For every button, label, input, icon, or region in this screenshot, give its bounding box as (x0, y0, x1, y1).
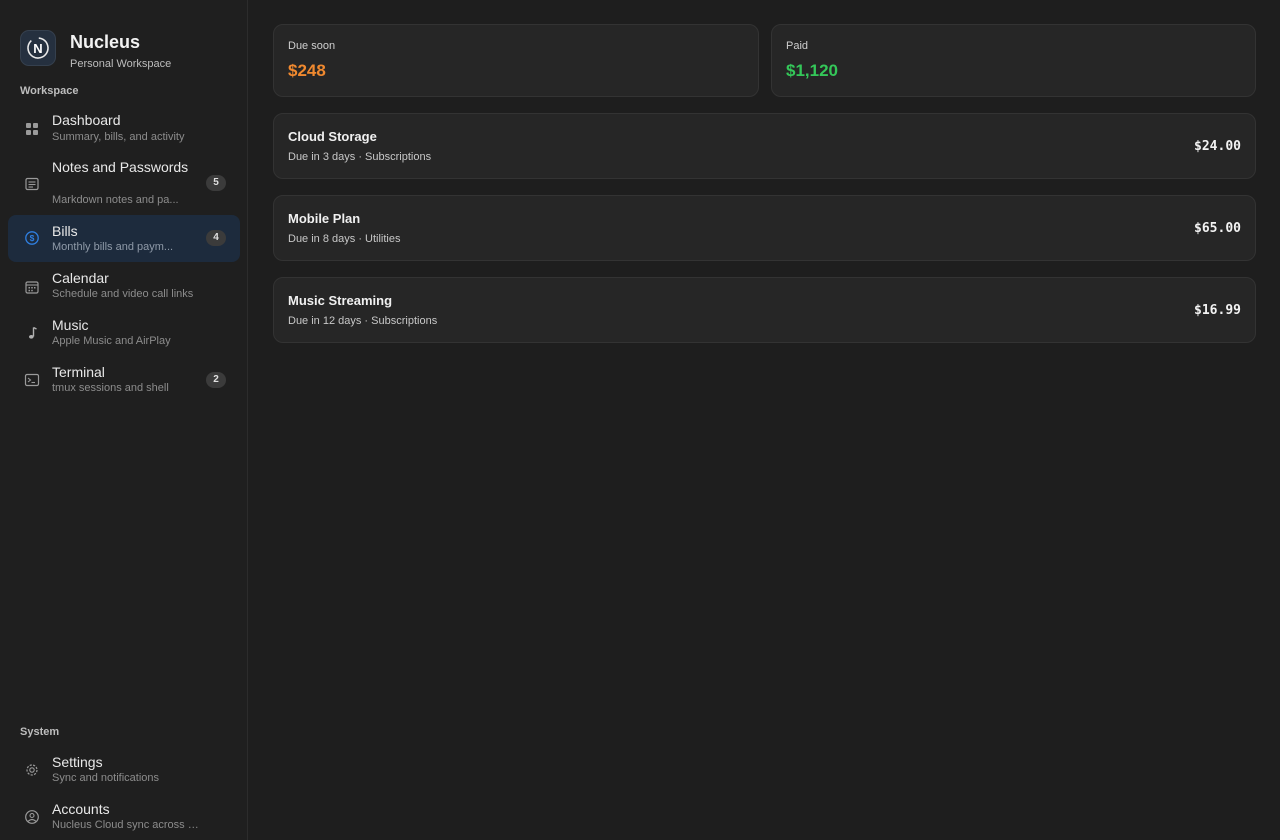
bill-meta: Due in 8 days · Utilities (288, 233, 401, 245)
paid-card: Paid $1,120 (771, 24, 1256, 97)
calendar-icon (24, 279, 40, 295)
bill-row-cloud-storage[interactable]: Cloud Storage Due in 3 days · Subscripti… (273, 113, 1256, 179)
note-icon (24, 176, 40, 192)
grid-icon (24, 121, 40, 137)
sidebar-item-title: Settings (52, 754, 103, 770)
sidebar: N Nucleus Personal Workspace Workspace D… (0, 0, 248, 840)
sidebar-item-title: Calendar (52, 270, 109, 286)
bill-name: Mobile Plan (288, 211, 361, 226)
section-label-system: System (20, 726, 60, 738)
sidebar-item-title: Bills (52, 223, 78, 239)
paid-value: $1,120 (786, 61, 838, 80)
sidebar-item-calendar[interactable]: Calendar Schedule and video call links (8, 266, 240, 308)
bill-meta: Due in 3 days · Subscriptions (288, 151, 432, 163)
sidebar-item-subtitle: Monthly bills and paym... (52, 241, 174, 253)
sidebar-item-terminal[interactable]: Terminal tmux sessions and shell 2 (8, 360, 240, 402)
sidebar-item-music[interactable]: Music Apple Music and AirPlay (8, 313, 240, 355)
bill-row-music-streaming[interactable]: Music Streaming Due in 12 days · Subscri… (273, 277, 1256, 343)
bill-meta: Due in 12 days · Subscriptions (288, 315, 438, 327)
app-brand: N Nucleus Personal Workspace (20, 30, 240, 74)
app-subtitle: Personal Workspace (70, 58, 172, 70)
due-soon-card: Due soon $248 (273, 24, 759, 97)
svg-text:$: $ (30, 233, 35, 243)
app-title: Nucleus (70, 32, 141, 52)
dollar-circle-icon: $ (24, 230, 40, 246)
count-badge: 4 (206, 230, 226, 246)
terminal-icon (24, 372, 40, 388)
bill-name: Music Streaming (288, 293, 393, 308)
gear-icon (24, 762, 40, 778)
sidebar-item-settings[interactable]: Settings Sync and notifications (8, 750, 240, 792)
sidebar-item-title: Music (52, 317, 89, 333)
sidebar-item-subtitle: Schedule and video call links (52, 288, 194, 300)
sidebar-item-title: Dashboard (52, 112, 121, 128)
sidebar-item-notes-and-passwords[interactable]: Notes and Passwords Markdown notes and p… (8, 155, 240, 211)
music-note-icon (24, 325, 40, 341)
bills-main-panel: Due soon $248 Paid $1,120 Cloud Storage … (249, 0, 1280, 840)
section-label-workspace: Workspace (20, 85, 79, 97)
sidebar-item-accounts[interactable]: Accounts Nucleus Cloud sync across d... (8, 797, 240, 839)
count-badge: 2 (206, 372, 226, 388)
sidebar-item-subtitle: Sync and notifications (52, 772, 160, 784)
app-logo-icon: N (20, 30, 56, 66)
svg-text:N: N (33, 41, 42, 56)
bill-amount: $16.99 (1194, 303, 1241, 318)
sidebar-item-title: Notes and Passwords (52, 159, 189, 175)
sidebar-item-dashboard[interactable]: Dashboard Summary, bills, and activity (8, 108, 240, 150)
sidebar-item-subtitle: Nucleus Cloud sync across d... (52, 819, 202, 831)
sidebar-item-bills[interactable]: $ Bills Monthly bills and paym... 4 (8, 215, 240, 262)
bill-amount: $24.00 (1194, 139, 1241, 154)
bill-amount: $65.00 (1194, 221, 1241, 236)
due-soon-label: Due soon (288, 40, 336, 52)
sidebar-item-subtitle: tmux sessions and shell (52, 382, 169, 394)
sidebar-item-subtitle: Apple Music and AirPlay (52, 335, 171, 347)
sidebar-item-title: Terminal (52, 364, 105, 380)
sidebar-item-subtitle: Summary, bills, and activity (52, 131, 185, 143)
sidebar-item-subtitle: Markdown notes and pa... (52, 194, 179, 206)
count-badge: 5 (206, 175, 226, 191)
sidebar-item-title: Accounts (52, 801, 110, 817)
paid-label: Paid (786, 40, 809, 52)
bill-name: Cloud Storage (288, 129, 377, 144)
due-soon-value: $248 (288, 61, 326, 80)
account-icon (24, 809, 40, 825)
bill-row-mobile-plan[interactable]: Mobile Plan Due in 8 days · Utilities $6… (273, 195, 1256, 261)
